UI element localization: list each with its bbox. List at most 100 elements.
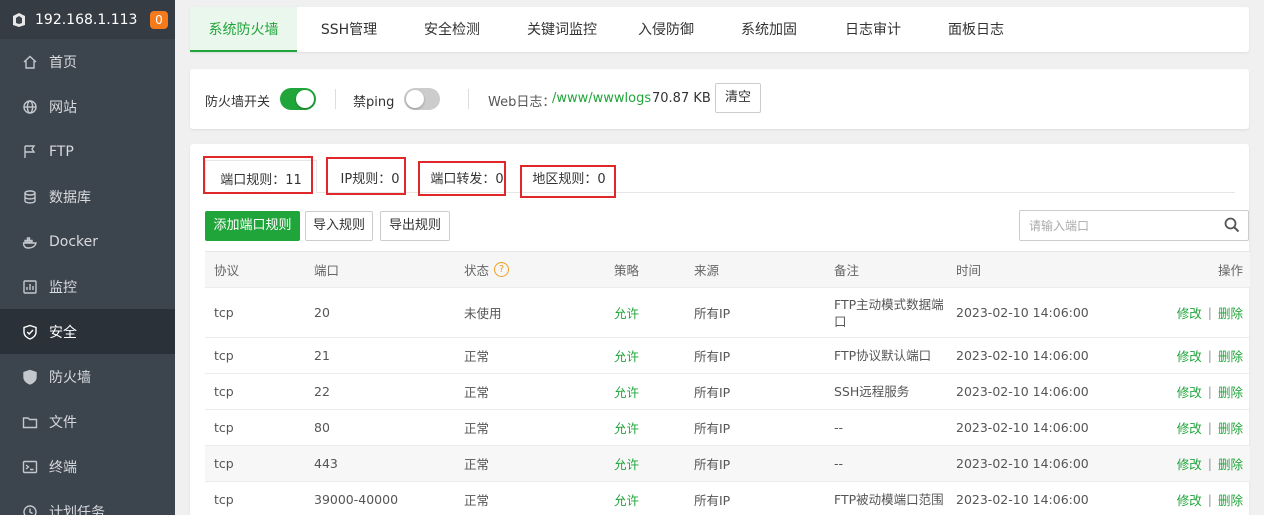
tab-log-audit[interactable]: 日志审计 bbox=[833, 7, 913, 52]
sidebar-item-4[interactable]: Docker bbox=[0, 219, 175, 264]
sidebar-item-10[interactable]: 计划任务 bbox=[0, 489, 175, 515]
tab-port-rules[interactable]: 端口规则：11 bbox=[205, 160, 317, 193]
cell-policy: 允许 bbox=[614, 349, 640, 364]
row-actions: 修改 | 删除 bbox=[1177, 446, 1243, 481]
ftp-icon bbox=[22, 144, 38, 160]
cell-status: 未使用 bbox=[464, 306, 502, 321]
database-icon bbox=[22, 189, 38, 205]
edit-link[interactable]: 修改 bbox=[1177, 454, 1202, 473]
sidebar-item-label: FTP bbox=[49, 143, 74, 160]
tab-system-hardening[interactable]: 系统加固 bbox=[729, 7, 809, 52]
clock-icon bbox=[22, 504, 38, 515]
row-actions: 修改 | 删除 bbox=[1177, 482, 1243, 515]
tab-keyword-monitor[interactable]: 关键词监控 bbox=[517, 7, 607, 52]
firewall-toggle[interactable] bbox=[280, 88, 316, 110]
tab-intrusion-prevention[interactable]: 入侵防御 bbox=[626, 7, 706, 52]
cell-source: 所有IP bbox=[694, 349, 731, 364]
row-actions: 修改 | 删除 bbox=[1177, 374, 1243, 409]
edit-link[interactable]: 修改 bbox=[1177, 382, 1202, 401]
sidebar-item-1[interactable]: 网站 bbox=[0, 84, 175, 129]
cell-policy: 允许 bbox=[614, 306, 640, 321]
cell-time: 2023-02-10 14:06:00 bbox=[956, 456, 1089, 471]
sidebar-item-6[interactable]: 安全 bbox=[0, 309, 175, 354]
ping-switch-label: 禁ping bbox=[353, 95, 395, 110]
terminal-icon bbox=[22, 459, 38, 475]
action-separator: | bbox=[1207, 456, 1212, 471]
sidebar-item-5[interactable]: 监控 bbox=[0, 264, 175, 309]
sidebar: 192.168.1.113 0 首页网站 FTP 数据库 Docker 监控 安全防火墙文… bbox=[0, 0, 175, 515]
weblog-size: 70.87 KB bbox=[652, 91, 711, 106]
cell-port: 20 bbox=[314, 305, 330, 320]
edit-link[interactable]: 修改 bbox=[1177, 418, 1202, 437]
tab-region-rules[interactable]: 地区规则：0 bbox=[525, 160, 613, 193]
sidebar-item-label: 网站 bbox=[49, 99, 77, 116]
delete-link[interactable]: 删除 bbox=[1218, 303, 1243, 322]
tab-security-check[interactable]: 安全检测 bbox=[412, 7, 492, 52]
export-rules-button[interactable]: 导出规则 bbox=[380, 211, 450, 241]
header-time: 时间 bbox=[956, 263, 982, 278]
cell-source: 所有IP bbox=[694, 421, 731, 436]
cell-protocol: tcp bbox=[214, 305, 234, 320]
sidebar-item-0[interactable]: 首页 bbox=[0, 39, 175, 84]
header-note: 备注 bbox=[834, 263, 860, 278]
search-icon[interactable] bbox=[1224, 217, 1240, 233]
action-separator: | bbox=[1207, 305, 1212, 320]
delete-link[interactable]: 删除 bbox=[1218, 418, 1243, 437]
weblog-label: Web日志： bbox=[488, 95, 556, 110]
cell-status: 正常 bbox=[464, 457, 490, 472]
sidebar-item-2[interactable]: FTP bbox=[0, 129, 175, 174]
divider bbox=[335, 89, 336, 109]
header-status: 状态 ? bbox=[464, 252, 510, 287]
cell-status: 正常 bbox=[464, 493, 490, 508]
cell-time: 2023-02-10 14:06:00 bbox=[956, 420, 1089, 435]
globe-icon bbox=[22, 99, 38, 115]
notification-badge[interactable]: 0 bbox=[150, 10, 168, 29]
cell-port: 21 bbox=[314, 348, 330, 363]
weblog-path-link[interactable]: /www/wwwlogs bbox=[552, 91, 651, 106]
monitor-icon bbox=[22, 279, 38, 295]
edit-link[interactable]: 修改 bbox=[1177, 303, 1202, 322]
sidebar-header: 192.168.1.113 0 bbox=[0, 0, 175, 39]
shield-icon bbox=[22, 369, 38, 385]
cell-protocol: tcp bbox=[214, 384, 234, 399]
firewall-switch-label: 防火墙开关 bbox=[205, 95, 271, 110]
tab-ip-rules[interactable]: IP规则：0 bbox=[330, 160, 410, 193]
sidebar-item-7[interactable]: 防火墙 bbox=[0, 354, 175, 399]
port-search-input[interactable] bbox=[1020, 211, 1210, 240]
home-icon bbox=[22, 54, 38, 70]
cell-protocol: tcp bbox=[214, 348, 234, 363]
sidebar-item-label: Docker bbox=[49, 233, 99, 250]
cell-port: 22 bbox=[314, 384, 330, 399]
delete-link[interactable]: 删除 bbox=[1218, 454, 1243, 473]
divider bbox=[468, 89, 469, 109]
cell-source: 所有IP bbox=[694, 457, 731, 472]
tab-system-firewall[interactable]: 系统防火墙 bbox=[190, 7, 297, 52]
sidebar-item-label: 防火墙 bbox=[49, 369, 91, 386]
folder-icon bbox=[22, 414, 38, 430]
table-row: tcp 20 未使用 允许 所有IP FTP主动模式数据端口 2023-02-10 14:0… bbox=[205, 288, 1250, 338]
server-host[interactable]: 192.168.1.113 bbox=[35, 12, 150, 28]
help-icon[interactable]: ? bbox=[494, 262, 510, 277]
cell-time: 2023-02-10 14:06:00 bbox=[956, 492, 1089, 507]
sidebar-item-9[interactable]: 终端 bbox=[0, 444, 175, 489]
delete-link[interactable]: 删除 bbox=[1218, 490, 1243, 509]
clear-log-button[interactable]: 清空 bbox=[715, 83, 761, 113]
cell-protocol: tcp bbox=[214, 456, 234, 471]
import-rules-button[interactable]: 导入规则 bbox=[305, 211, 373, 241]
edit-link[interactable]: 修改 bbox=[1177, 490, 1202, 509]
panel-logo-icon bbox=[10, 11, 28, 29]
add-port-rule-button[interactable]: 添加端口规则 bbox=[205, 211, 300, 241]
delete-link[interactable]: 删除 bbox=[1218, 382, 1243, 401]
top-tab-bar: 系统防火墙 SSH管理 安全检测 关键词监控 入侵防御 系统加固 日志审计 面板… bbox=[190, 7, 1249, 52]
delete-link[interactable]: 删除 bbox=[1218, 346, 1243, 365]
sidebar-item-8[interactable]: 文件 bbox=[0, 399, 175, 444]
cell-note: -- bbox=[834, 456, 844, 471]
tab-port-forward[interactable]: 端口转发：0 bbox=[423, 160, 511, 193]
firewall-toolbar: 防火墙开关 禁ping Web日志： /www/wwwlogs 70.87 KB… bbox=[190, 69, 1249, 129]
ping-toggle[interactable] bbox=[404, 88, 440, 110]
tab-panel-log[interactable]: 面板日志 bbox=[936, 7, 1016, 52]
tab-ssh[interactable]: SSH管理 bbox=[309, 7, 389, 52]
cell-status: 正常 bbox=[464, 421, 490, 436]
sidebar-item-3[interactable]: 数据库 bbox=[0, 174, 175, 219]
edit-link[interactable]: 修改 bbox=[1177, 346, 1202, 365]
